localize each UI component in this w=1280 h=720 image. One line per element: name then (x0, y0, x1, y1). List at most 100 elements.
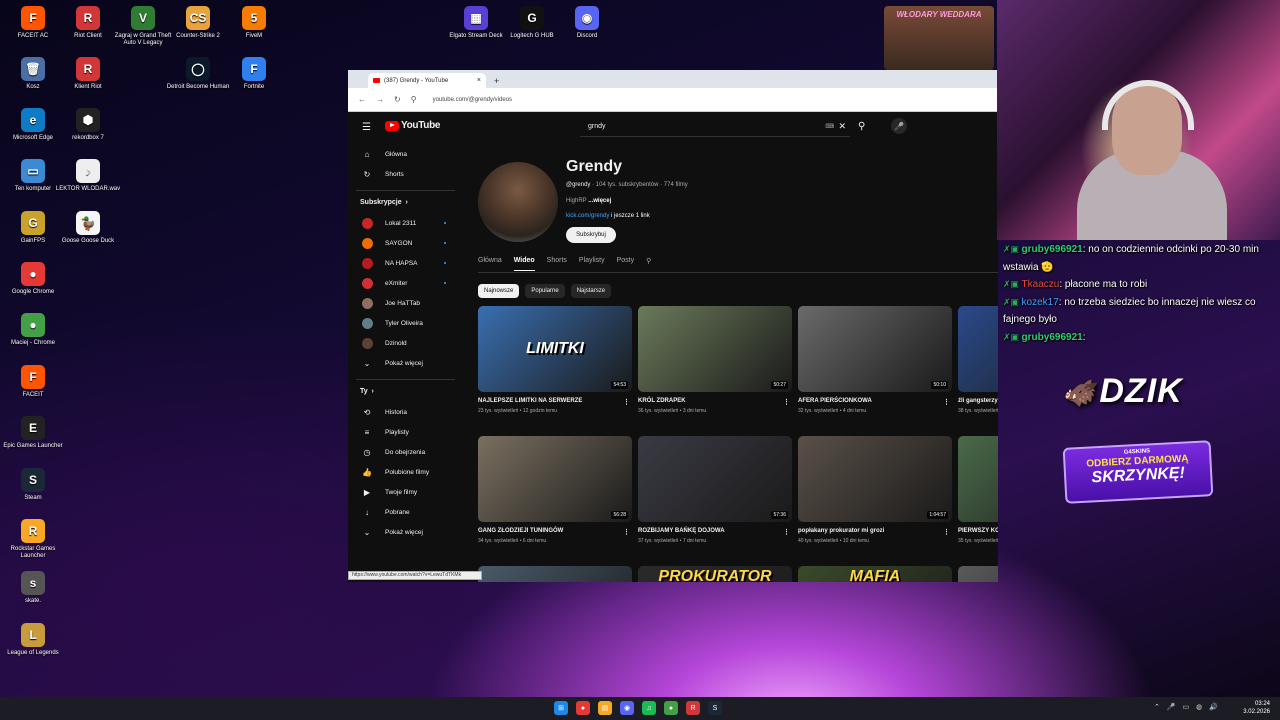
desktop-icon-epic-games-launcher[interactable]: E Epic Games Launcher (0, 416, 66, 450)
video-thumbnail[interactable] (958, 566, 998, 582)
sidebar-item-do-obejrzenia[interactable]: ◷ Do obejrzenia (348, 442, 463, 462)
chrome-profile-taskbar-icon[interactable]: ● (664, 701, 678, 715)
sidebar-item-joe-hattab[interactable]: Joe HaTTab (348, 293, 463, 313)
sidebar-item-exmiter[interactable]: eXmiter (348, 273, 463, 293)
channel-description[interactable]: HighRP ...więcej (566, 198, 611, 204)
tab-shorts[interactable]: Shorts (547, 257, 567, 271)
volume-icon[interactable]: 🔊 (1209, 703, 1218, 711)
new-tab-button[interactable]: + (494, 76, 499, 86)
more-options-icon[interactable]: ⋮ (783, 398, 790, 406)
mic-icon[interactable]: 🎤 (891, 118, 907, 134)
video-title[interactable]: NAJLEPSZE LIMITKI NA SERWERZE ⋮ (478, 398, 632, 406)
riot-taskbar-icon[interactable]: R (686, 701, 700, 715)
network-icon[interactable]: ◍ (1196, 703, 1202, 711)
video-thumbnail[interactable]: 56:28 (478, 436, 632, 522)
desktop-icon-skate[interactable]: s skate. (0, 571, 66, 605)
sidebar-item-poka-wi-cej[interactable]: ⌄ Pokaż więcej (348, 522, 463, 542)
video-thumbnail[interactable]: 57:36 (638, 436, 792, 522)
search-icon[interactable]: ⚲ (858, 121, 865, 132)
browser-tab-youtube[interactable]: (387) Grendy - YouTube × (368, 73, 486, 88)
more-options-icon[interactable]: ⋮ (623, 398, 630, 406)
site-info-icon[interactable]: ⚲ (411, 95, 417, 104)
more-options-icon[interactable]: ⋮ (783, 528, 790, 536)
chip-popularne[interactable]: Popularne (525, 284, 565, 298)
chrome-taskbar-icon[interactable]: ● (576, 701, 590, 715)
desktop-icon-google-chrome[interactable]: ● Google Chrome (0, 262, 66, 296)
sidebar-item-twoje-filmy[interactable]: ▶ Twoje filmy (348, 482, 463, 502)
channel-avatar[interactable] (478, 162, 558, 242)
desktop-icon-klient-riot[interactable]: R Klient Riot (55, 57, 121, 91)
video-card[interactable]: MAFIA (798, 566, 952, 582)
tab-wideo[interactable]: Wideo (513, 257, 535, 271)
video-card[interactable]: 52:14 PIERWSZY KONWÓJ NA SERWERZE⋮ 35 tys.… (958, 436, 998, 544)
desktop-icon-lektor-wlodar-wav[interactable]: ♪ LEKTOR WLODAR.wav (55, 159, 121, 193)
desktop-icon-rekordbox-7[interactable]: ⬢ rekordbox 7 (55, 108, 121, 142)
url-input[interactable]: youtube.com/@grendy/videos (433, 97, 512, 103)
video-card[interactable] (478, 566, 632, 582)
video-title[interactable]: ROZBIJAMY BAŃKĘ DOJOWA ⋮ (638, 528, 792, 536)
video-title[interactable]: AFERA PIERŚCIONKOWA ⋮ (798, 398, 952, 406)
keyboard-icon[interactable]: ⌨ (825, 123, 834, 130)
sidebar-you-header[interactable]: Ty › (348, 380, 463, 402)
steam-taskbar-icon[interactable]: S (708, 701, 722, 715)
video-thumbnail[interactable]: PROKURATOR (638, 566, 792, 582)
chip-najstarsze[interactable]: Najstarsze (570, 284, 612, 298)
desktop-icon-fivem[interactable]: 5 FiveM (221, 6, 287, 40)
sidebar-item-g-wna[interactable]: ⌂ Główna (348, 144, 463, 164)
file-explorer-icon[interactable]: ▤ (598, 701, 612, 715)
video-card[interactable] (958, 566, 998, 582)
forward-icon[interactable]: → (376, 95, 384, 104)
microphone-icon[interactable]: 🎤 (1167, 703, 1176, 711)
chip-najnowsze[interactable]: Najnowsze (478, 284, 520, 298)
video-thumbnail[interactable]: 1:04:57 (798, 436, 952, 522)
video-title[interactable]: PIERWSZY KONWÓJ NA SERWERZE⋮ (958, 528, 998, 534)
video-title[interactable]: źli gangsterzy chcą odzyskać⋮ (958, 398, 998, 404)
video-thumbnail[interactable]: 50:10 (798, 306, 952, 392)
tab-g-wna[interactable]: Główna (478, 257, 502, 271)
search-input[interactable]: grndy ⌨ ✕ (580, 117, 850, 137)
menu-icon[interactable]: ☰ (362, 122, 371, 133)
windows-start-icon[interactable]: ⊞ (554, 701, 568, 715)
sidebar-item-shorts[interactable]: ↻ Shorts (348, 164, 463, 184)
video-card[interactable]: 50:10 AFERA PIERŚCIONKOWA ⋮ 32 tys. wyświet… (798, 306, 952, 414)
video-thumbnail[interactable]: 52:14 (958, 436, 998, 522)
video-thumbnail[interactable]: LIMITKI 54:53 (478, 306, 632, 392)
desktop-icon-league-of-legends[interactable]: L League of Legends (0, 623, 66, 657)
more-options-icon[interactable]: ⋮ (943, 398, 950, 406)
sidebar-item-tyler-oliveira[interactable]: Tyler Oliveira (348, 313, 463, 333)
more-options-icon[interactable]: ⋮ (943, 528, 950, 536)
desktop-icon-rockstar-games-launcher[interactable]: R Rockstar Games Launcher (0, 519, 66, 560)
clock[interactable]: 03:24 3.02.2026 (1243, 700, 1270, 716)
tab-posty[interactable]: Posty (617, 257, 635, 271)
video-title[interactable]: GANG ZŁODZIEJI TUNINGÓW ⋮ (478, 528, 632, 536)
video-card[interactable]: 1:04:57 popłakany prokurator mi grozi ⋮ 40 … (798, 436, 952, 544)
sidebar-item-pobrane[interactable]: ↓ Pobrane (348, 502, 463, 522)
back-icon[interactable]: ← (358, 95, 366, 104)
clear-search-icon[interactable]: ✕ (838, 121, 846, 132)
desktop-icon-discord[interactable]: ◉ Discord (554, 6, 620, 40)
youtube-logo[interactable]: YouTube (385, 120, 441, 131)
video-thumbnail[interactable] (478, 566, 632, 582)
subscribe-button[interactable]: Subskrybuj (566, 227, 616, 243)
sidebar-subscriptions-header[interactable]: Subskrypcje › (348, 191, 463, 213)
tab-search-icon[interactable]: ⚲ (646, 257, 651, 271)
video-thumbnail[interactable]: MAFIA (798, 566, 952, 582)
desktop-icon-fortnite[interactable]: F Fortnite (221, 57, 287, 91)
sidebar-item-dzinold[interactable]: Dzinold (348, 333, 463, 353)
video-card[interactable]: źli gangsterzy chcą odzyskać⋮ 38 tys. wyś… (958, 306, 998, 414)
sidebar-item-lokal-2311[interactable]: Lokal 2311 (348, 213, 463, 233)
tray-overflow-icon[interactable]: ⌃ (1154, 703, 1160, 711)
video-card[interactable]: PROKURATOR (638, 566, 792, 582)
more-options-icon[interactable]: ⋮ (623, 528, 630, 536)
desktop-icon-steam[interactable]: S Steam (0, 468, 66, 502)
video-thumbnail[interactable]: 50:27 (638, 306, 792, 392)
close-tab-icon[interactable]: × (477, 77, 481, 84)
sidebar-item-playlisty[interactable]: ≡ Playlisty (348, 422, 463, 442)
channel-links[interactable]: kick.com/grendy i jeszcze 1 link (566, 213, 650, 219)
video-title[interactable]: KRÓL ZDRAPEK ⋮ (638, 398, 792, 406)
video-title[interactable]: popłakany prokurator mi grozi ⋮ (798, 528, 952, 536)
sidebar-item-saygon[interactable]: SAYGON (348, 233, 463, 253)
video-card[interactable]: 56:28 GANG ZŁODZIEJI TUNINGÓW ⋮ 34 tys. wyś… (478, 436, 632, 544)
discord-taskbar-icon[interactable]: ◉ (620, 701, 634, 715)
reload-icon[interactable]: ↻ (394, 95, 401, 104)
